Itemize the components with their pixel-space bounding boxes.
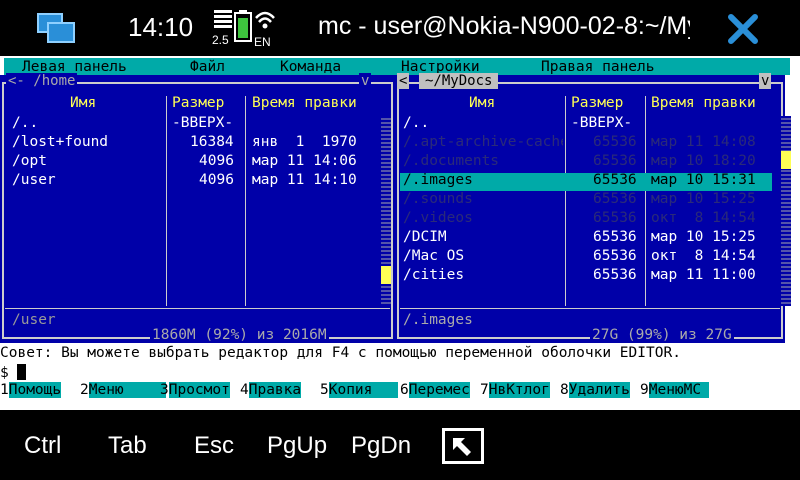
- fkey-edit[interactable]: 4Правка: [240, 382, 302, 398]
- network-indicator[interactable]: EN: [254, 10, 276, 49]
- fullscreen-toggle-icon[interactable]: [442, 428, 484, 464]
- right-info-name: /.images: [403, 312, 473, 328]
- left-info-divider: [5, 308, 390, 309]
- list-item[interactable]: /Mac OS: [403, 248, 464, 264]
- status-bar: 14:10 2.5 EN mc - user@Nokia-N900-02-8:~…: [0, 0, 800, 56]
- fkey-menu[interactable]: 2Меню: [80, 382, 166, 398]
- menu-right-panel[interactable]: Правая панель: [541, 59, 655, 75]
- fkey-help[interactable]: 1Помощь: [0, 382, 62, 398]
- right-panel-scroll-marker[interactable]: v: [759, 73, 772, 89]
- list-item[interactable]: /..: [12, 115, 38, 131]
- left-col-size[interactable]: Размер: [172, 95, 224, 111]
- terminal[interactable]: Левая панель Файл Команда Настройки Прав…: [0, 56, 800, 410]
- list-item[interactable]: /.documents: [403, 153, 499, 169]
- list-item[interactable]: /DCIM: [403, 229, 447, 245]
- left-panel-path[interactable]: /home: [33, 73, 75, 89]
- list-item[interactable]: /cities: [403, 267, 464, 283]
- left-info-name: /user: [12, 312, 56, 328]
- battery-level-icon: [234, 10, 252, 42]
- right-disk-space: 27G (99%) из 27G: [590, 327, 734, 343]
- fkey-view[interactable]: 3Просмот: [160, 382, 230, 398]
- left-col-time[interactable]: Время правки: [252, 95, 357, 111]
- left-col-divider-2: [245, 96, 246, 306]
- list-item[interactable]: /..: [403, 115, 429, 131]
- battery-icon: 2.5: [212, 10, 232, 47]
- window-title[interactable]: mc - user@Nokia-N900-02-8:~/MyDocs: [318, 12, 690, 41]
- right-col-divider-1: [565, 96, 566, 306]
- left-panel[interactable]: <- /home v Имя Размер Время правки /.. -…: [0, 73, 395, 343]
- battery-indicator[interactable]: 2.5: [212, 10, 252, 50]
- list-item[interactable]: /user: [12, 172, 56, 188]
- left-disk-space: 1860M (92%) из 2016M: [150, 327, 329, 343]
- task-switcher-icon[interactable]: [36, 12, 76, 44]
- list-item-selected[interactable]: /.images: [403, 172, 473, 188]
- right-col-divider-2: [645, 96, 646, 306]
- list-item[interactable]: /lost+found: [12, 134, 108, 150]
- list-item[interactable]: /.sounds: [403, 191, 473, 207]
- right-info-divider: [400, 308, 780, 309]
- shell-prompt[interactable]: $: [0, 364, 27, 381]
- virtual-key-bar: Ctrl Tab Esc PgUp PgDn: [0, 410, 800, 480]
- menu-command[interactable]: Команда: [280, 59, 341, 75]
- close-icon[interactable]: [726, 12, 760, 46]
- right-panel-left-marker[interactable]: <: [397, 73, 410, 89]
- fkey-mc-menu[interactable]: 9МенюМС: [640, 382, 710, 398]
- keyboard-layout-label: EN: [254, 35, 271, 49]
- clock[interactable]: 14:10: [128, 12, 193, 43]
- left-panel-scroll-marker[interactable]: v: [359, 73, 372, 89]
- left-scrollbar[interactable]: [381, 116, 391, 306]
- right-col-name[interactable]: Имя: [469, 95, 495, 111]
- fkey-copy[interactable]: 5Копия: [320, 382, 399, 398]
- esc-key[interactable]: Esc: [194, 432, 234, 460]
- right-panel[interactable]: < ~/MyDocs v Имя Размер Время правки /..…: [395, 73, 785, 343]
- prompt-symbol: $: [0, 365, 9, 381]
- right-col-size[interactable]: Размер: [571, 95, 623, 111]
- left-col-name[interactable]: Имя: [70, 95, 96, 111]
- text-cursor: [17, 364, 27, 380]
- pgup-key[interactable]: PgUp: [267, 432, 327, 460]
- fkey-mkdir[interactable]: 7НвКтлог: [480, 382, 550, 398]
- list-item[interactable]: /.videos: [403, 210, 473, 226]
- function-key-bar: 1Помощь 2Меню 3Просмот 4Правка 5Копия 6П…: [0, 382, 800, 400]
- list-item[interactable]: /.apt-archive-cache: [403, 134, 563, 150]
- right-col-time[interactable]: Время правки: [651, 95, 756, 111]
- fkey-move[interactable]: 6Перемес: [400, 382, 470, 398]
- tab-key[interactable]: Tab: [108, 432, 147, 460]
- left-col-divider-1: [166, 96, 167, 306]
- arrow-icon: [453, 438, 471, 456]
- list-item[interactable]: /opt: [12, 153, 47, 169]
- right-scrollbar[interactable]: [781, 116, 791, 306]
- menu-file[interactable]: Файл: [190, 59, 225, 75]
- pgdn-key[interactable]: PgDn: [351, 432, 411, 460]
- scroll-thumb[interactable]: [381, 266, 391, 284]
- ctrl-key[interactable]: Ctrl: [24, 432, 61, 460]
- fkey-delete[interactable]: 8Удалить: [560, 382, 630, 398]
- svg-text:2.5: 2.5: [212, 33, 229, 47]
- hint-line: Совет: Вы можете выбрать редактор для F4…: [0, 345, 681, 361]
- right-panel-path[interactable]: ~/MyDocs: [419, 73, 499, 89]
- scroll-thumb[interactable]: [781, 151, 791, 169]
- wifi-icon: [255, 11, 275, 29]
